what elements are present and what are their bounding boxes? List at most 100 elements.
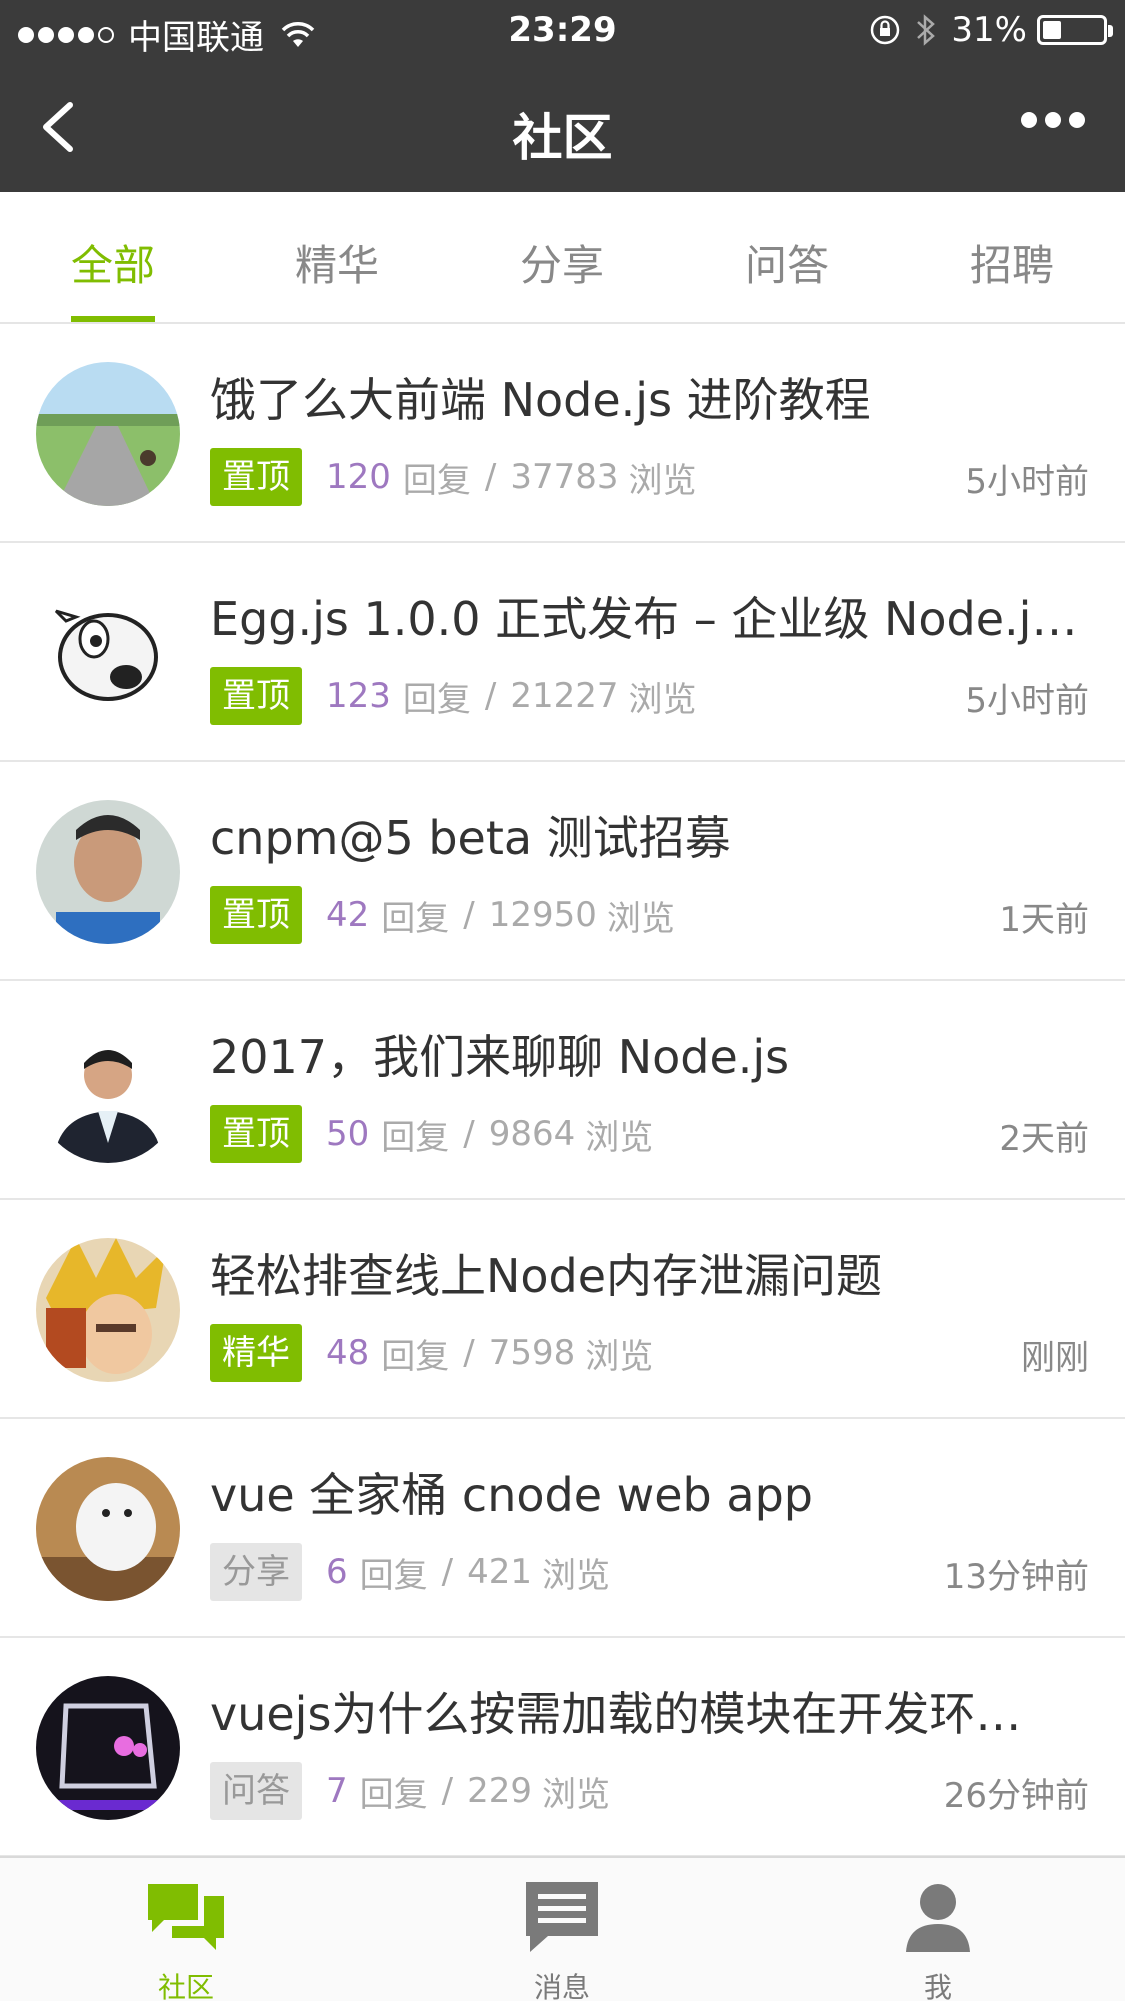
nav-bar: 社区 — [0, 62, 1125, 192]
meta-separator: / — [441, 1771, 454, 1811]
view-label: 浏览 — [585, 1336, 654, 1377]
topic-row[interactable]: vuejs为什么按需加载的模块在开发环… 问答 7 回复 / 229 浏览 26… — [0, 1638, 1125, 1857]
reply-count: 6 — [326, 1552, 348, 1592]
message-icon — [526, 1882, 598, 1952]
topic-meta: 置顶 42 回复 / 12950 浏览 — [210, 886, 675, 944]
topic-title[interactable]: vuejs为什么按需加载的模块在开发环… — [210, 1678, 1090, 1744]
topic-meta: 置顶 120 回复 / 37783 浏览 — [210, 448, 697, 506]
topic-time: 13分钟前 — [943, 1557, 1089, 1597]
page-title: 社区 — [512, 109, 613, 167]
status-bar: 中国联通 23:29 31% — [0, 0, 1125, 62]
topic-badge: 问答 — [210, 1762, 302, 1820]
reply-label: 回复 — [381, 1117, 450, 1158]
topic-meta: 置顶 50 回复 / 9864 浏览 — [210, 1105, 653, 1163]
tab-qa[interactable]: 问答 — [687, 232, 887, 293]
topic-list: 饿了么大前端 Node.js 进阶教程 置顶 120 回复 / 37783 浏览… — [0, 324, 1125, 1857]
topic-row[interactable]: 饿了么大前端 Node.js 进阶教程 置顶 120 回复 / 37783 浏览… — [0, 324, 1125, 543]
suit-person-avatar-image — [36, 1019, 180, 1163]
meta-separator: / — [484, 457, 497, 497]
reply-label: 回复 — [381, 898, 450, 939]
tab-featured[interactable]: 精华 — [237, 232, 437, 293]
topic-meta: 问答 7 回复 / 229 浏览 — [210, 1762, 610, 1820]
view-count: 421 — [467, 1552, 533, 1592]
meta-separator: / — [463, 895, 475, 935]
reply-count: 48 — [326, 1333, 370, 1373]
person-photo-avatar-image — [36, 800, 180, 944]
topic-row[interactable]: 轻松排查线上Node内存泄漏问题 精华 48 回复 / 7598 浏览 刚刚 — [0, 1200, 1125, 1419]
reply-count: 42 — [326, 895, 370, 935]
topic-title[interactable]: cnpm@5 beta 测试招募 — [210, 802, 1090, 868]
person-icon — [906, 1884, 970, 1952]
tabbar-label: 社区 — [157, 1971, 214, 2004]
battery-percent: 31% — [951, 10, 1027, 50]
topic-title[interactable]: 2017，我们来聊聊 Node.js — [210, 1021, 1090, 1087]
topic-title[interactable]: 饿了么大前端 Node.js 进阶教程 — [210, 364, 1090, 430]
tabbar-label: 消息 — [533, 1971, 590, 2004]
more-options-icon[interactable] — [1013, 112, 1085, 128]
topic-meta: 精华 48 回复 / 7598 浏览 — [210, 1324, 653, 1382]
topic-time: 2天前 — [999, 1119, 1089, 1159]
topic-row[interactable]: 2017，我们来聊聊 Node.js 置顶 50 回复 / 9864 浏览 2天… — [0, 981, 1125, 1200]
white-robot-avatar-image — [36, 1457, 180, 1601]
topic-title[interactable]: Egg.js 1.0.0 正式发布 – 企业级 Node.js… — [210, 583, 1090, 649]
avatar[interactable] — [36, 1238, 180, 1382]
topic-meta: 分享 6 回复 / 421 浏览 — [210, 1543, 610, 1601]
view-label: 浏览 — [628, 679, 697, 720]
dark-robot-avatar-image — [36, 1676, 180, 1820]
view-count: 12950 — [488, 895, 597, 935]
topic-title[interactable]: 轻松排查线上Node内存泄漏问题 — [210, 1240, 1090, 1306]
tab-all[interactable]: 全部 — [13, 232, 213, 293]
topic-badge: 置顶 — [210, 448, 302, 506]
reply-count: 120 — [326, 457, 391, 497]
view-count: 229 — [467, 1771, 533, 1811]
topic-badge: 置顶 — [210, 1105, 302, 1163]
topic-row[interactable]: vue 全家桶 cnode web app 分享 6 回复 / 421 浏览 1… — [0, 1419, 1125, 1638]
tabbar-messages[interactable]: 消息 — [462, 1876, 662, 2006]
community-icon — [148, 1884, 224, 1950]
meta-separator: / — [463, 1114, 475, 1154]
reply-count: 7 — [326, 1771, 348, 1811]
reply-label: 回复 — [381, 1336, 450, 1377]
status-right: 31% — [869, 10, 1113, 50]
reply-label: 回复 — [359, 1555, 428, 1596]
view-count: 7598 — [488, 1333, 576, 1373]
view-label: 浏览 — [585, 1117, 654, 1158]
view-label: 浏览 — [606, 898, 675, 939]
view-count: 9864 — [488, 1114, 576, 1154]
tab-share[interactable]: 分享 — [462, 232, 662, 293]
view-count: 37783 — [510, 457, 619, 497]
topic-title[interactable]: vue 全家桶 cnode web app — [210, 1459, 1090, 1525]
reply-label: 回复 — [402, 679, 471, 720]
bottom-tab-bar: 社区 消息 我 — [0, 1856, 1125, 2004]
avatar[interactable] — [36, 1676, 180, 1820]
meta-separator: / — [441, 1552, 454, 1592]
avatar[interactable] — [36, 362, 180, 506]
topic-row[interactable]: Egg.js 1.0.0 正式发布 – 企业级 Node.js… 置顶 123 … — [0, 543, 1125, 762]
topic-badge: 精华 — [210, 1324, 302, 1382]
topic-time: 26分钟前 — [943, 1776, 1089, 1816]
active-tab-indicator — [71, 316, 155, 322]
anime-character-avatar-image — [36, 1238, 180, 1382]
tabbar-me[interactable]: 我 — [838, 1876, 1038, 2006]
view-label: 浏览 — [542, 1555, 611, 1596]
bluetooth-icon — [917, 14, 936, 46]
tabbar-community[interactable]: 社区 — [86, 1876, 286, 2006]
avatar[interactable] — [36, 800, 180, 944]
cartoon-dog-avatar-image — [36, 581, 180, 725]
reply-label: 回复 — [402, 460, 471, 501]
reply-label: 回复 — [359, 1774, 428, 1815]
view-count: 21227 — [510, 676, 619, 716]
topic-meta: 置顶 123 回复 / 21227 浏览 — [210, 667, 697, 725]
topic-badge: 分享 — [210, 1543, 302, 1601]
avatar[interactable] — [36, 1457, 180, 1601]
topic-time: 1天前 — [999, 900, 1089, 940]
avatar[interactable] — [36, 1019, 180, 1163]
tabbar-label: 我 — [923, 1971, 952, 2004]
tab-jobs[interactable]: 招聘 — [912, 232, 1112, 293]
reply-count: 50 — [326, 1114, 370, 1154]
topic-row[interactable]: cnpm@5 beta 测试招募 置顶 42 回复 / 12950 浏览 1天前 — [0, 762, 1125, 981]
reply-count: 123 — [326, 676, 391, 716]
view-label: 浏览 — [542, 1774, 611, 1815]
avatar[interactable] — [36, 581, 180, 725]
topic-badge: 置顶 — [210, 667, 302, 725]
